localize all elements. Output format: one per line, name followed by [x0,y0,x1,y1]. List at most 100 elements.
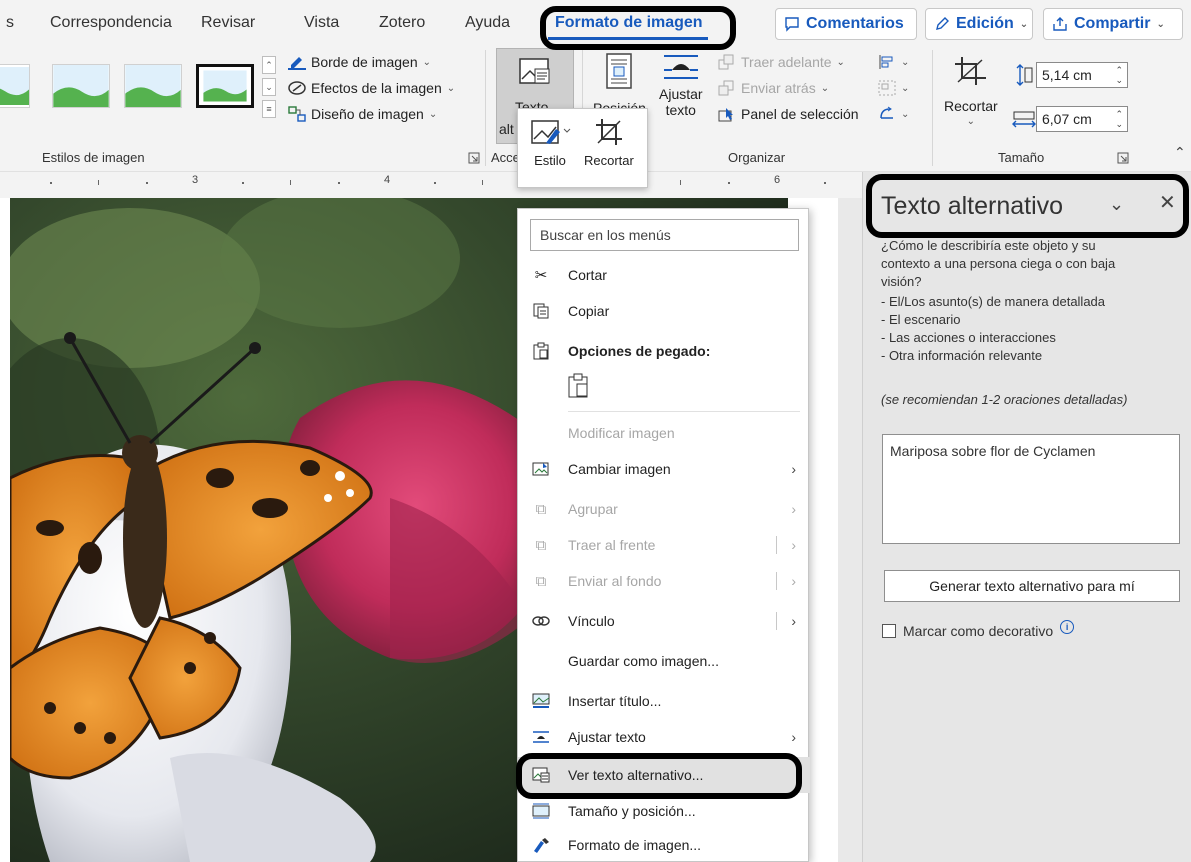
picture-style-thumb[interactable] [124,64,182,108]
menu-item-label: Opciones de pegado: [568,343,711,359]
pane-instruction-line: - El escenario [881,312,961,327]
landscape-icon [53,65,109,107]
menu-item-label: Cortar [568,267,607,283]
crop-icon [954,57,986,85]
align-button[interactable]: ⌄ [878,54,909,70]
ruler-number: 3 [192,174,199,186]
collapse-ribbon-icon[interactable]: ⌃ [1174,144,1186,161]
mini-style-button[interactable]: Estilo [528,115,572,168]
ruler-tick [290,180,291,185]
picture-layout-label: Diseño de imagen [311,106,424,122]
paste-keep-source-button[interactable] [568,373,590,399]
rotate-icon [880,106,893,119]
menu-item-insert-caption[interactable]: Insertar título... [518,683,810,719]
height-icon [1016,64,1033,86]
chevron-right-icon: › [791,537,796,553]
picture-style-thumb[interactable] [0,64,30,108]
chevron-down-icon: ⌄ [422,56,432,68]
tab-revisar[interactable]: Revisar [201,14,255,32]
send-backward-button[interactable]: Enviar atrás ⌄ [718,80,829,96]
pane-instruction-line: - El/Los asunto(s) de manera detallada [881,294,1106,309]
ruler-number: 6 [774,174,781,186]
width-input[interactable]: 6,07 cm ⌃ ⌄ [1036,106,1128,132]
gallery-expand[interactable]: ≡ [262,100,276,118]
gallery-scroll-up[interactable]: ⌃ [262,56,276,74]
ruler-tick [434,182,436,184]
ruler-tick [50,182,52,184]
menu-item-change-image[interactable]: Cambiar imagen › [518,451,810,487]
bring-front-icon: ⧉ [535,536,547,554]
picture-style-thumb[interactable] [52,64,110,108]
chevron-right-icon: › [791,501,796,517]
menu-item-send-back[interactable]: ⧉ Enviar al fondo › [518,563,810,599]
menu-item-label: Guardar como imagen... [568,653,719,669]
position-button[interactable]: Posición [593,52,646,116]
link-icon [532,612,550,630]
gallery-scroll-down[interactable]: ⌄ [262,78,276,96]
group-label-arrange: Organizar [728,150,786,165]
generate-alt-text-button[interactable]: Generar texto alternativo para mí [884,570,1180,602]
mini-crop-button[interactable]: Recortar [584,115,634,168]
tab-ayuda[interactable]: Ayuda [465,14,510,32]
annotation-highlight-tab [540,6,736,50]
tab-vista[interactable]: Vista [304,14,339,32]
menu-item-label: Insertar título... [568,693,662,709]
comments-button[interactable]: Comentarios [775,8,917,40]
paste-icon [568,373,588,398]
menu-item-edit-image[interactable]: Modificar imagen [518,415,810,451]
menu-item-wrap-text[interactable]: Ajustar texto › [518,719,810,755]
wrap-text-label-2: texto [665,102,696,118]
picture-layout-button[interactable]: Diseño de imagen ⌄ [288,106,437,122]
mark-decorative-checkbox[interactable]: Marcar como decorativo i [882,620,1075,639]
rotate-button[interactable]: ⌄ [878,106,909,122]
group-icon: ⧉ [535,500,547,518]
height-value: 5,14 cm [1042,67,1092,83]
menu-item-copy[interactable]: Copiar [518,293,810,329]
editing-mode-button[interactable]: Edición ⌄ [925,8,1033,40]
pane-recommendation: (se recomiendan 1-2 oraciones detalladas… [881,392,1128,407]
menu-item-save-as-image[interactable]: Guardar como imagen... [518,643,810,679]
checkbox-box[interactable] [882,624,896,638]
chevron-down-icon: ⌄ [901,82,910,94]
tab-correspondencia[interactable]: Correspondencia [50,14,172,32]
menu-item-label: Agrupar [568,501,618,517]
menu-item-cut[interactable]: ✂ Cortar [518,257,810,293]
send-backward-icon [718,80,734,96]
menu-separator [568,411,800,412]
selection-pane-button[interactable]: Panel de selección [718,106,859,122]
bring-forward-icon [718,54,734,70]
spin-arrows-icon[interactable]: ⌃ ⌄ [1115,109,1123,129]
picture-effects-button[interactable]: Efectos de la imagen ⌄ [288,80,455,96]
menu-item-format-picture[interactable]: Formato de imagen... [518,827,810,862]
bring-forward-button[interactable]: Traer adelante ⌄ [718,54,845,70]
tab-partial[interactable]: s [6,14,14,32]
copy-icon [532,302,550,320]
wrap-text-icon [532,728,550,746]
info-icon[interactable]: i [1060,620,1075,634]
picture-style-thumb-selected[interactable] [196,64,254,108]
spin-arrows-icon[interactable]: ⌃ ⌄ [1115,65,1123,85]
tab-zotero[interactable]: Zotero [379,14,425,32]
ruler-tick [680,180,681,185]
width-icon [1012,111,1036,128]
alt-text-textarea[interactable]: Mariposa sobre flor de Cyclamen [882,434,1180,544]
crop-button[interactable]: Recortar ⌄ [944,56,998,130]
pencil-icon [936,17,949,30]
group-objects-button[interactable]: ⌄ [878,80,909,96]
ruler-tick [824,182,826,184]
menu-item-bring-front[interactable]: ⧉ Traer al frente › [518,527,810,563]
share-button[interactable]: Compartir ⌄ [1043,8,1183,40]
dialog-launcher-icon[interactable] [1117,152,1129,164]
wrap-text-button[interactable]: Ajustar texto [659,52,703,118]
picture-border-button[interactable]: Borde de imagen ⌄ [288,54,431,70]
menu-search-input[interactable]: Buscar en los menús [530,219,799,251]
alt-text-value: Mariposa sobre flor de Cyclamen [890,443,1096,459]
bring-forward-label: Traer adelante [741,54,832,70]
size-position-icon [532,802,550,820]
menu-item-link[interactable]: Vínculo › [518,603,810,639]
mini-crop-label: Recortar [584,153,634,168]
height-input[interactable]: 5,14 cm ⌃ ⌄ [1036,62,1128,88]
dialog-launcher-icon[interactable] [468,152,480,164]
menu-item-label: Modificar imagen [568,425,675,441]
menu-item-group[interactable]: ⧉ Agrupar › [518,491,810,527]
